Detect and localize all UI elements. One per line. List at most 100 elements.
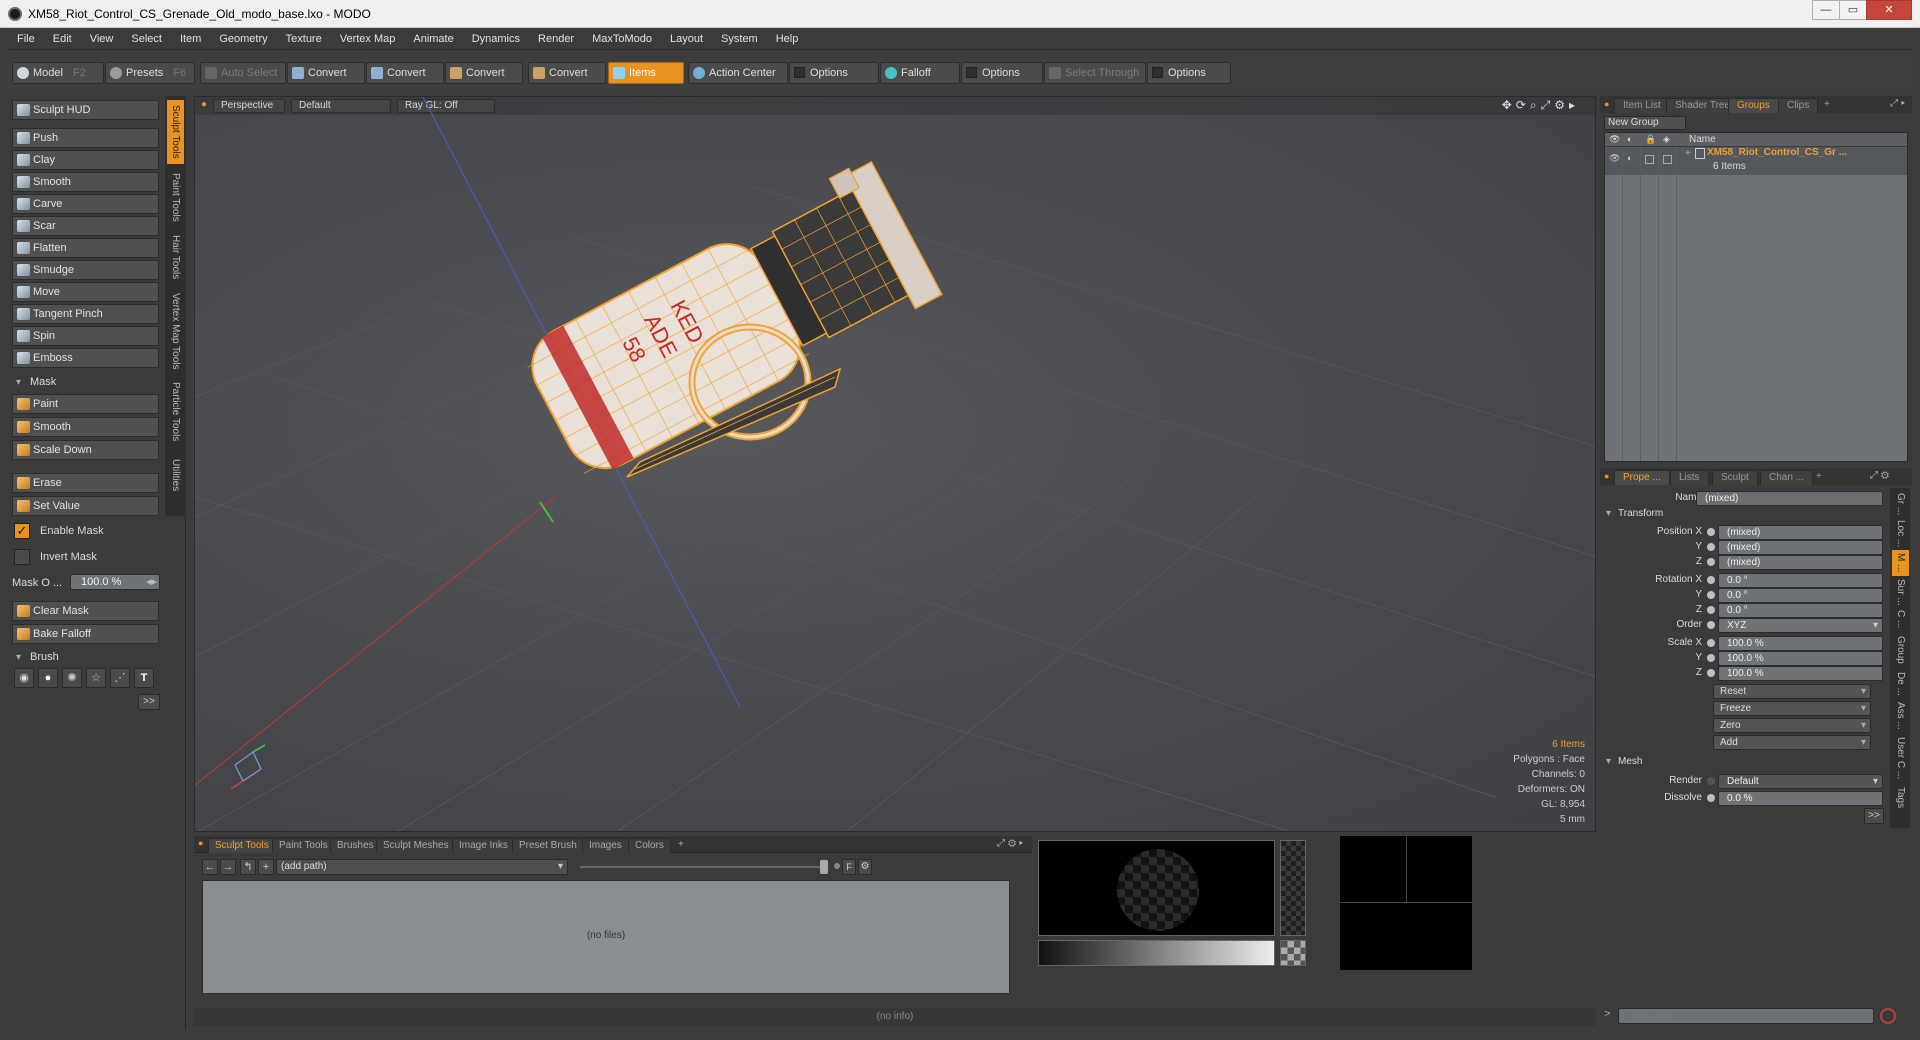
action-center-button[interactable]: Action Center (688, 62, 788, 84)
tab-utilities[interactable]: Utilities (167, 450, 184, 500)
tab-deformers[interactable]: De ... (1892, 670, 1909, 698)
smooth-tool[interactable]: Smooth (12, 172, 159, 192)
panel-controls-icons[interactable]: ⤢▸ (1890, 98, 1908, 109)
panel-controls-icons[interactable]: ⤢⚙▸ (997, 838, 1026, 849)
tab-image-inks[interactable]: Image Inks (452, 838, 515, 853)
tab-hair-tools[interactable]: Hair Tools (167, 230, 184, 284)
menu-dynamics[interactable]: Dynamics (463, 33, 529, 45)
menu-file[interactable]: File (8, 33, 44, 45)
auto-select-button[interactable]: Auto Select (200, 62, 286, 84)
tab-clips[interactable]: Clips (1778, 98, 1819, 113)
menu-system[interactable]: System (712, 33, 767, 45)
anim-dot-icon[interactable] (1707, 591, 1715, 599)
action-center-options-button[interactable]: Options (789, 62, 879, 84)
tab-sculpt-tools[interactable]: Sculpt Tools (208, 838, 276, 853)
splat-brush-icon[interactable]: ✺ (62, 668, 82, 688)
tab-groups-props[interactable]: Gr ... (1892, 490, 1909, 518)
convert-edges-button[interactable]: Convert (366, 62, 444, 84)
position-y-field[interactable]: (mixed) (1718, 540, 1883, 555)
slider-handle[interactable] (820, 860, 828, 874)
procedural-brush-icon[interactable]: ⋰ (110, 668, 130, 688)
bake-falloff-button[interactable]: Bake Falloff (12, 624, 159, 644)
tab-locator[interactable]: Loc ... (1892, 520, 1909, 548)
tab-tags[interactable]: Tags (1892, 784, 1909, 812)
soft-brush-icon[interactable]: ◉ (14, 668, 34, 688)
tab-channels[interactable]: Chan ... (1760, 470, 1814, 485)
more-brushes-button[interactable]: >> (138, 694, 160, 710)
group-row[interactable]: 👁 ◐ + XM58_Riot_Control_CS_Gr ... 6 Item… (1605, 147, 1907, 175)
options-checkbox[interactable] (1152, 67, 1163, 78)
rotation-y-field[interactable]: 0.0 ° (1718, 588, 1883, 603)
visibility-toggle-icon[interactable]: 👁 (1609, 153, 1620, 164)
add-tab-button[interactable]: + (1816, 98, 1838, 113)
menu-item[interactable]: Item (171, 33, 210, 45)
convert-materials-button[interactable]: Convert (528, 62, 606, 84)
menu-animate[interactable]: Animate (404, 33, 462, 45)
panel-controls-icons[interactable]: ⤢⚙ (1870, 470, 1892, 481)
menu-edit[interactable]: Edit (44, 33, 81, 45)
tab-mesh[interactable]: M ... (1892, 550, 1909, 576)
forward-arrow-icon[interactable]: → (220, 859, 236, 875)
falloff-button[interactable]: Falloff (880, 62, 960, 84)
tab-surface[interactable]: Sur ... (1892, 578, 1909, 606)
tangent-pinch-tool[interactable]: Tangent Pinch (12, 304, 159, 324)
tab-sculpt-tools[interactable]: Sculpt Tools (167, 100, 184, 164)
menu-vertex-map[interactable]: Vertex Map (331, 33, 405, 45)
mask-smooth-tool[interactable]: Smooth (12, 417, 159, 437)
mask-scale-down-tool[interactable]: Scale Down (12, 440, 159, 460)
filter-button[interactable]: F (842, 859, 856, 875)
scale-y-field[interactable]: 100.0 % (1718, 651, 1883, 666)
falloff-gradient-bar[interactable] (1038, 940, 1275, 966)
more-properties-button[interactable]: >> (1864, 808, 1884, 824)
mesh-section-header[interactable]: Mesh (1606, 756, 1642, 767)
panel-menu-icon[interactable]: ● (198, 838, 203, 848)
anim-dot-icon[interactable] (1707, 654, 1715, 662)
reset-dropdown[interactable]: Reset (1713, 684, 1871, 699)
text-brush-icon[interactable]: T (134, 668, 154, 688)
maximize-button[interactable]: ▭ (1839, 0, 1867, 20)
convert-vertices-button[interactable]: Convert (287, 62, 365, 84)
tab-vertex-map-tools[interactable]: Vertex Map Tools (167, 288, 184, 374)
anim-dot-icon[interactable] (1707, 543, 1715, 551)
mask-section-header[interactable]: Mask (12, 374, 159, 391)
rotation-x-field[interactable]: 0.0 ° (1718, 573, 1883, 588)
tab-user-channels[interactable]: User C ... (1892, 734, 1909, 782)
zero-dropdown[interactable]: Zero (1713, 718, 1871, 733)
panel-menu-icon[interactable]: ● (1604, 471, 1609, 481)
scale-z-field[interactable]: 100.0 % (1718, 666, 1883, 681)
tab-properties[interactable]: Prope ... (1614, 470, 1670, 485)
freeze-dropdown[interactable]: Freeze (1713, 701, 1871, 716)
close-button[interactable]: ✕ (1866, 0, 1912, 20)
menu-help[interactable]: Help (767, 33, 808, 45)
scale-x-field[interactable]: 100.0 % (1718, 636, 1883, 651)
tab-assembly[interactable]: Ass ... (1892, 700, 1909, 732)
items-mode-button[interactable]: Items (608, 62, 684, 84)
record-icon[interactable] (1880, 1008, 1896, 1024)
tab-colors[interactable]: Colors (628, 838, 671, 853)
enable-mask-checkbox[interactable]: ✓ (14, 523, 30, 539)
tab-sculpt[interactable]: Sculpt (1712, 470, 1758, 485)
carve-tool[interactable]: Carve (12, 194, 159, 214)
add-path-icon[interactable]: + (258, 859, 274, 875)
slider-arrows-icon[interactable]: ◂▸ (146, 575, 157, 589)
tab-paint-tools[interactable]: Paint Tools (272, 838, 335, 853)
select-through-button[interactable]: Select Through (1044, 62, 1146, 84)
lock-toggle[interactable] (1645, 155, 1654, 164)
panel-menu-icon[interactable]: ● (1604, 99, 1609, 109)
set-value-button[interactable]: Set Value (12, 496, 159, 516)
anim-dot-icon[interactable] (1707, 606, 1715, 614)
anim-dot-icon[interactable] (1707, 621, 1715, 629)
add-tab-button[interactable]: + (672, 838, 690, 853)
expand-icon[interactable]: + (1685, 148, 1691, 159)
order-dropdown[interactable]: XYZ (1718, 618, 1883, 633)
file-list-area[interactable]: (no files) (202, 880, 1010, 994)
smudge-tool[interactable]: Smudge (12, 260, 159, 280)
menu-maxtomodo[interactable]: MaxToModo (583, 33, 661, 45)
select-toggle[interactable] (1663, 155, 1672, 164)
rotation-z-field[interactable]: 0.0 ° (1718, 603, 1883, 618)
tab-brushes[interactable]: Brushes (330, 838, 381, 853)
add-tab-button[interactable]: + (1808, 470, 1830, 485)
star-brush-icon[interactable]: ☆ (86, 668, 106, 688)
menu-view[interactable]: View (81, 33, 123, 45)
transform-section-header[interactable]: Transform (1606, 508, 1663, 519)
